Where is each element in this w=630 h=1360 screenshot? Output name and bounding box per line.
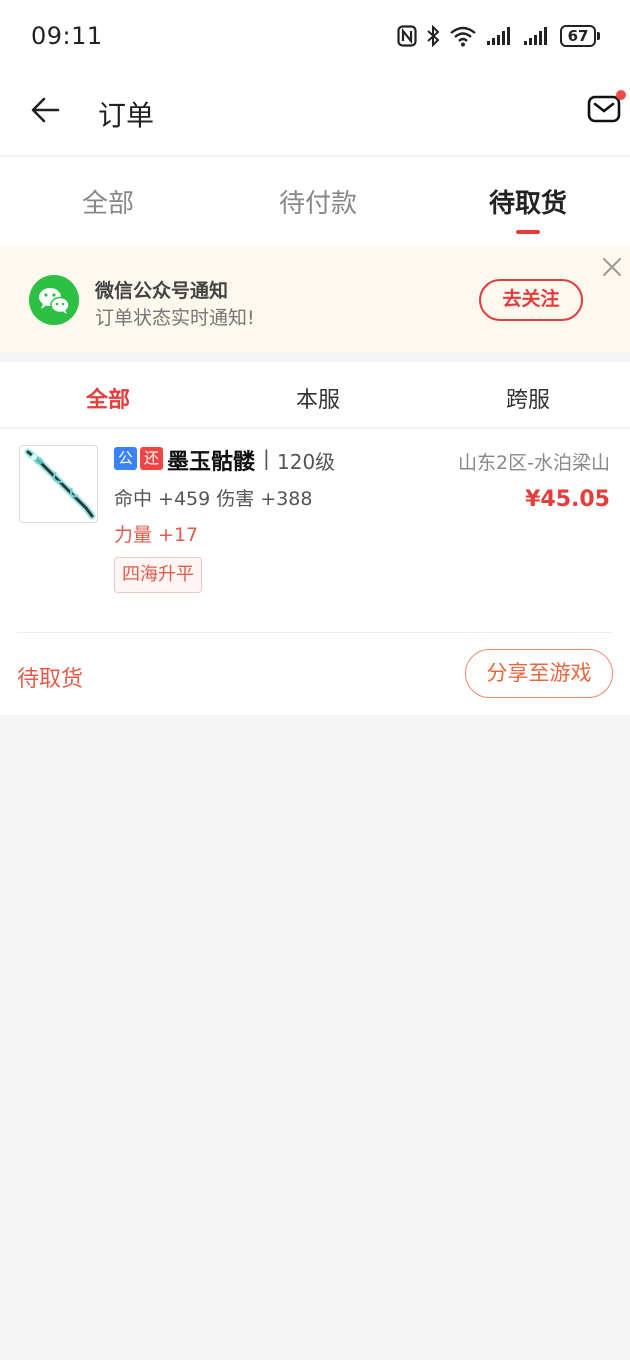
server-filter-tabs: 全部 本服 跨服 xyxy=(0,362,630,428)
follow-button[interactable]: 去关注 xyxy=(479,279,583,321)
item-attributes: 命中 +459 伤害 +388 xyxy=(114,488,313,510)
notice-subtitle: 订单状态实时通知! xyxy=(95,307,255,329)
subtab-same-server[interactable]: 本服 xyxy=(213,382,423,414)
battery-level: 67 xyxy=(560,25,596,47)
item-price: ¥45.05 xyxy=(525,487,610,512)
unread-dot xyxy=(616,90,626,100)
item-name: 墨玉骷髅 xyxy=(167,450,256,475)
notice-title: 微信公众号通知 xyxy=(95,280,229,302)
signal-icon-2 xyxy=(524,27,547,45)
name-separator: | xyxy=(263,446,270,470)
active-tab-indicator xyxy=(516,230,540,234)
divider xyxy=(17,632,613,633)
main-tabs: 全部 待付款 待取货 xyxy=(0,157,630,247)
status-bar: 09:11 67 xyxy=(0,0,630,72)
tab-pending-payment[interactable]: 待付款 xyxy=(213,183,423,220)
order-card[interactable]: 公 还 墨玉骷髅 | 120级 山东2区-水泊梁山 命中 +459 伤害 +38… xyxy=(0,429,630,715)
order-status: 待取货 xyxy=(17,667,84,692)
close-icon[interactable] xyxy=(600,255,624,279)
subtab-all[interactable]: 全部 xyxy=(3,382,213,414)
signal-icon-1 xyxy=(487,27,510,45)
wechat-icon xyxy=(29,275,79,325)
bluetooth-icon xyxy=(427,25,440,47)
page-title: 订单 xyxy=(98,99,155,132)
back-arrow-icon[interactable] xyxy=(28,92,64,128)
return-badge: 还 xyxy=(140,447,163,470)
item-tag: 四海升平 xyxy=(114,557,202,593)
item-level: 120级 xyxy=(277,450,336,474)
subtab-cross-server[interactable]: 跨服 xyxy=(423,382,630,414)
nfc-icon xyxy=(397,25,417,47)
nav-bar: 订单 xyxy=(0,72,630,156)
share-to-game-button[interactable]: 分享至游戏 xyxy=(465,649,613,698)
server-name: 山东2区-水泊梁山 xyxy=(458,452,610,474)
battery-icon: 67 xyxy=(560,25,600,47)
item-thumbnail xyxy=(19,445,98,523)
sword-icon xyxy=(24,448,96,520)
wifi-icon xyxy=(450,26,476,47)
item-bonus: 力量 +17 xyxy=(114,524,199,546)
wechat-notice-banner: 微信公众号通知 订单状态实时通知! 去关注 xyxy=(0,247,630,353)
public-badge: 公 xyxy=(114,447,137,470)
tab-all[interactable]: 全部 xyxy=(3,183,213,220)
status-icons: 67 xyxy=(397,22,600,50)
status-time: 09:11 xyxy=(31,22,103,50)
tab-pending-pickup[interactable]: 待取货 xyxy=(423,183,630,220)
